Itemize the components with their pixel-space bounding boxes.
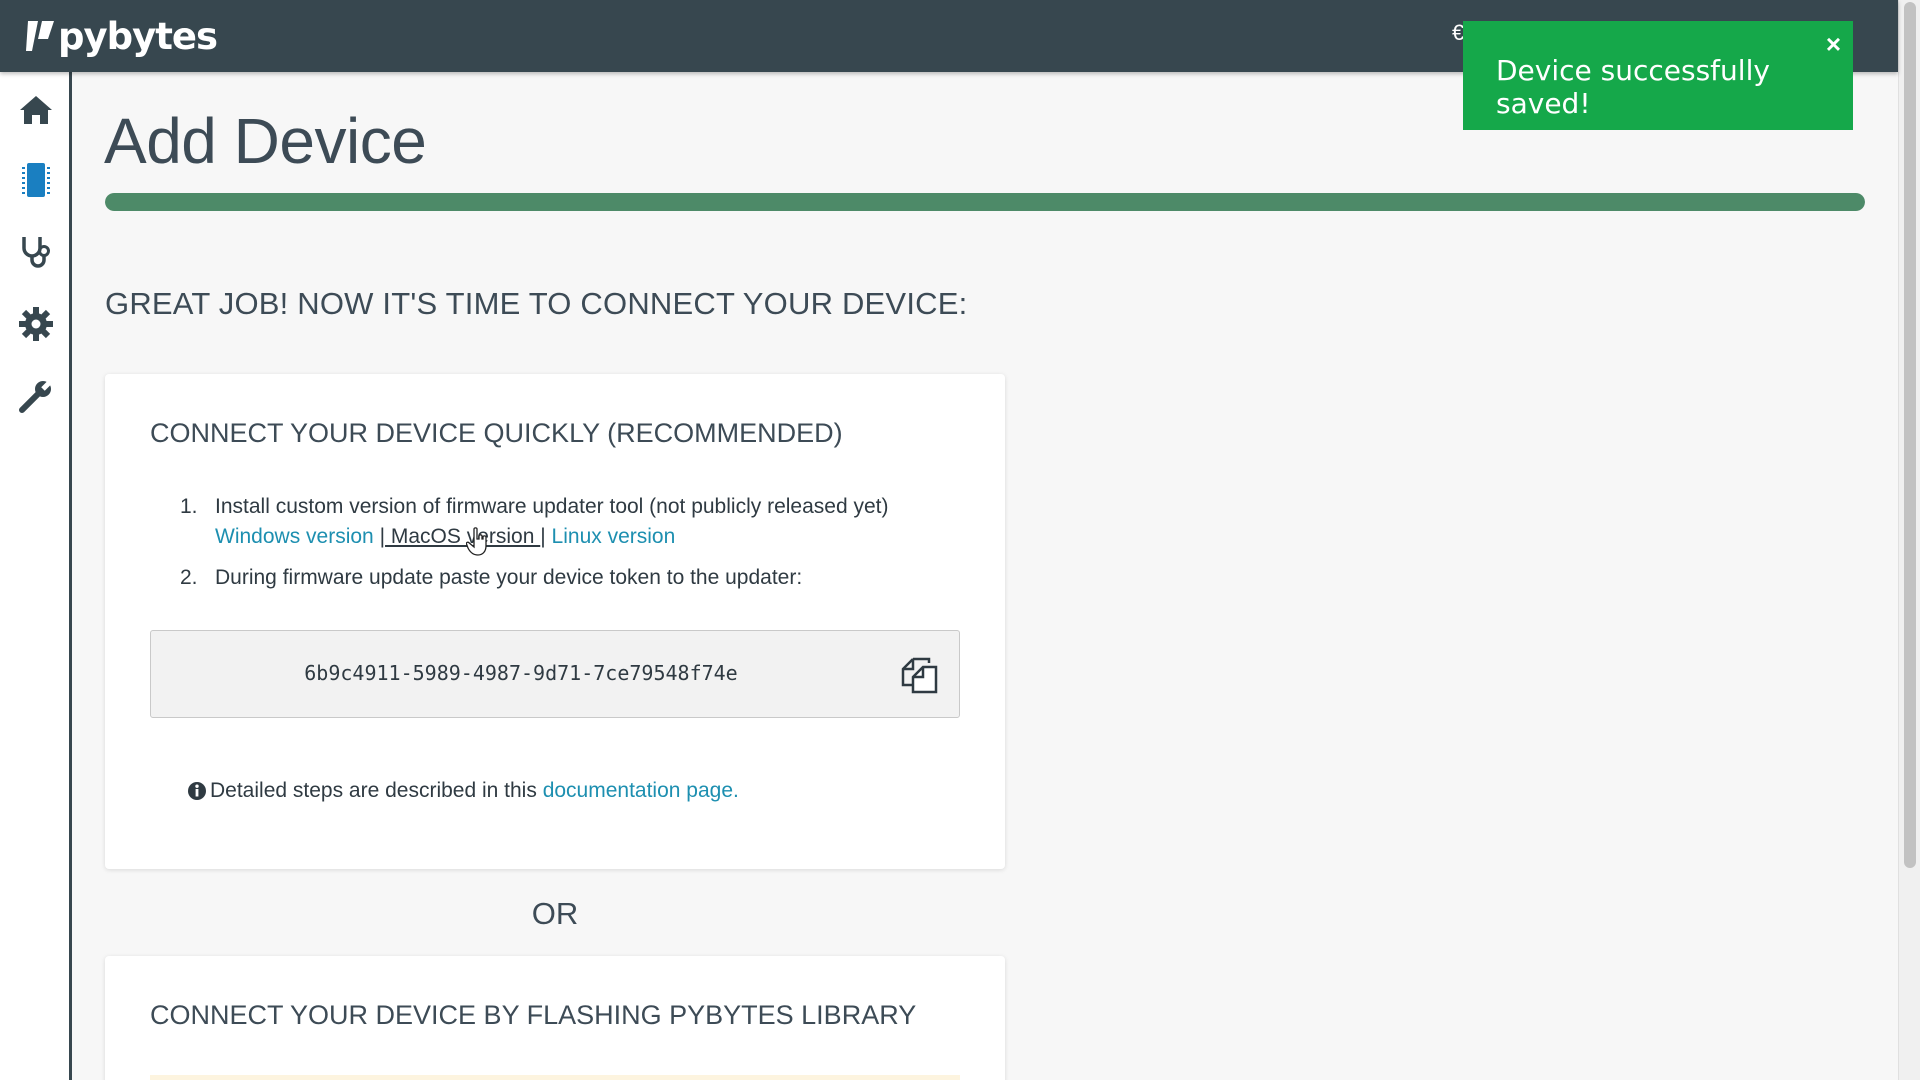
step-2-text: During firmware update paste your device… [215, 566, 803, 589]
quick-connect-title: CONNECT YOUR DEVICE QUICKLY (RECOMMENDED… [150, 418, 843, 448]
or-divider: OR [531, 896, 579, 931]
list-item: 2. During firmware update paste your dev… [150, 563, 970, 593]
gear-icon [19, 307, 53, 341]
notice-strip [150, 1075, 960, 1080]
step-number: 1. [180, 495, 198, 518]
close-icon[interactable]: × [1826, 29, 1841, 60]
flash-library-card: CONNECT YOUR DEVICE BY FLASHING PYBYTES … [105, 956, 1005, 1080]
sidebar-item-home[interactable] [14, 88, 58, 132]
sidebar-item-tools[interactable] [14, 374, 58, 418]
step-1-text: Install custom version of firmware updat… [215, 495, 889, 518]
toast-message: Device successfully saved! [1496, 54, 1770, 120]
info-text: Detailed steps are described in this [210, 779, 543, 802]
pybytes-logo-mark-icon [26, 21, 54, 51]
step-number: 2. [180, 566, 198, 589]
macos-version-link[interactable]: MacOS version [385, 525, 540, 548]
sidebar-item-diagnostics[interactable] [14, 230, 58, 274]
list-item: 1. Install custom version of firmware up… [150, 492, 970, 552]
stethoscope-icon [22, 237, 50, 268]
add-device-progress-bar [105, 193, 1865, 211]
scrollbar-thumb[interactable] [1904, 2, 1916, 868]
hand-pointer-cursor-icon [466, 527, 487, 556]
device-token-box[interactable]: 6b9c4911-5989-4987-9d71-7ce79548f74e [150, 630, 960, 718]
windows-version-link[interactable]: Windows version [215, 525, 374, 548]
page-scrollbar[interactable] [1898, 0, 1920, 1080]
linux-version-link[interactable]: Linux version [552, 525, 676, 548]
device-token[interactable]: 6b9c4911-5989-4987-9d71-7ce79548f74e [151, 661, 891, 685]
sidebar [0, 72, 72, 1080]
page-title: Add Device [104, 105, 427, 177]
steps-list: 1. Install custom version of firmware up… [150, 492, 970, 593]
progress-fill [105, 193, 1865, 211]
documentation-link[interactable]: documentation page. [543, 779, 739, 803]
home-icon [20, 96, 52, 124]
link-separator: | [540, 525, 552, 548]
flash-library-title: CONNECT YOUR DEVICE BY FLASHING PYBYTES … [150, 1000, 917, 1030]
logo-text: pybytes [58, 14, 218, 58]
success-toast: Device successfully saved! × [1463, 21, 1853, 130]
pybytes-logo[interactable]: pybytes [26, 12, 218, 60]
quick-connect-card: CONNECT YOUR DEVICE QUICKLY (RECOMMENDED… [105, 374, 1005, 869]
copy-icon[interactable] [899, 655, 939, 695]
sidebar-item-devices[interactable] [14, 158, 58, 202]
info-icon [188, 782, 206, 800]
link-separator: | [373, 525, 386, 548]
section-heading: GREAT JOB! NOW IT'S TIME TO CONNECT YOUR… [105, 286, 968, 321]
wrench-icon [19, 378, 54, 413]
device-chip-icon [22, 163, 50, 197]
documentation-note: Detailed steps are described in this doc… [187, 779, 739, 803]
sidebar-item-settings[interactable] [14, 302, 58, 346]
